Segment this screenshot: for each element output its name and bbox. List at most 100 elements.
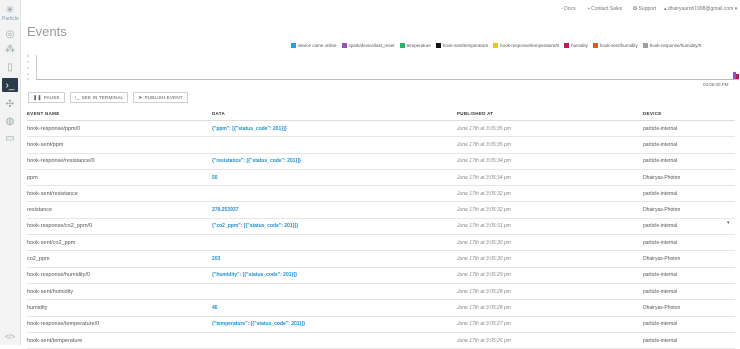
- legend-item[interactable]: humidity: [564, 43, 588, 51]
- published-at-cell: June 17th at 3:05:32 pm: [457, 201, 643, 219]
- published-at-cell: June 17th at 3:05:29 pm: [457, 267, 643, 284]
- table-row[interactable]: hook-sent/co2_ppm June 17th at 3:05:30 pm…: [27, 234, 735, 252]
- contact-sales-link[interactable]: ▪ Contact Sales: [588, 6, 622, 12]
- event-data-cell: [212, 136, 457, 154]
- page-title: Events: [27, 24, 67, 39]
- sidebar: ✳ Particle ◎ ⁂ ▯ ›_ ✣ ◍ ▭ </>: [0, 0, 21, 345]
- legend-label: humidity: [571, 43, 588, 48]
- event-data-cell: [212, 185, 457, 203]
- event-data-cell: {"humidity": [{"status_code": 201}]}: [212, 267, 457, 284]
- device-cell: particle-internal: [643, 234, 735, 252]
- event-name-cell: ppm: [27, 169, 212, 187]
- docs-icon: ▫: [561, 6, 563, 12]
- published-at-cell: June 17th at 3:05:32 pm: [457, 185, 643, 203]
- table-row[interactable]: hook-sent/ppm June 17th at 3:05:35 pm part…: [27, 136, 735, 154]
- published-at-cell: June 17th at 3:05:30 pm: [457, 250, 643, 268]
- code-icon[interactable]: </>: [3, 330, 17, 344]
- column-header-device: DEVICE: [643, 107, 735, 121]
- legend-label: device came online: [298, 43, 337, 48]
- send-icon: ➤: [138, 95, 143, 101]
- legend-swatch: [642, 43, 648, 49]
- event-name-cell: hook-sent/temperature: [27, 332, 212, 349]
- table-row[interactable]: hook-response/ppm/0 {"ppm": [{"status_cod…: [27, 120, 735, 138]
- y-tick: 4: [27, 66, 29, 70]
- event-name-cell: hook-response/ppm/0: [27, 120, 212, 138]
- column-header-event-name: EVENT NAME: [27, 107, 212, 121]
- fingerprint-icon[interactable]: ◍: [3, 114, 17, 128]
- published-at-cell: June 17th at 3:05:35 pm: [457, 136, 643, 154]
- table-row[interactable]: ppm 50 June 17th at 3:05:34 pm Dhairyas-Pho…: [27, 169, 735, 187]
- published-at-cell: June 17th at 3:05:28 pm: [457, 283, 643, 301]
- legend-swatch: [493, 43, 499, 49]
- table-row[interactable]: humidity 46 June 17th at 3:05:28 pm Dhairya…: [27, 299, 735, 317]
- legend-swatch: [592, 43, 598, 49]
- legend-item[interactable]: hook-sent/temperature: [435, 43, 489, 51]
- events-chart: 8 6 4 2 0 03:06:00 PM: [27, 54, 739, 87]
- legend-label: hook-sent/humidity: [599, 43, 638, 48]
- device-cell: particle-internal: [643, 185, 735, 203]
- support-link[interactable]: ✪ Support: [633, 6, 656, 12]
- event-name-cell: hook-sent/humidity: [27, 283, 212, 301]
- network-icon[interactable]: ✣: [3, 97, 17, 111]
- document-icon[interactable]: ▯: [3, 60, 17, 74]
- card-icon[interactable]: ▭: [3, 131, 17, 145]
- table-row[interactable]: hook-response/co2_ppm/0 {"co2_ppm": [{"st…: [27, 218, 735, 236]
- published-at-cell: June 17th at 3:05:34 pm: [457, 169, 643, 187]
- event-data-cell: {"co2_ppm": [{"status_code": 201}]}: [212, 218, 457, 236]
- device-cell: Dhairyas-Photon: [643, 299, 735, 317]
- event-data-cell: {"resistance": [{"status_code": 201}]}: [212, 153, 457, 170]
- table-row[interactable]: hook-sent/temperature June 17th at 3:05:2…: [27, 332, 735, 349]
- top-bar: ▫ Docs ▪ Contact Sales ✪ Support ▴ dhair…: [20, 0, 740, 18]
- legend-swatch: [291, 43, 296, 49]
- toolbar: ❚❚ PAUSE ›_ SEE IN TERMINAL ➤ PUBLISH EVENT: [28, 92, 188, 103]
- event-data-cell: 203: [212, 250, 457, 268]
- table-row[interactable]: co2_ppm 203 June 17th at 3:05:30 pm Dhairya…: [27, 250, 735, 268]
- device-cell: particle-internal: [643, 283, 735, 301]
- event-data-cell: [212, 332, 457, 349]
- y-axis: [36, 55, 37, 79]
- x-axis-label: 03:06:00 PM: [703, 82, 729, 87]
- published-at-cell: June 17th at 3:05:35 pm: [457, 120, 643, 138]
- event-name-cell: co2_ppm: [27, 250, 212, 268]
- publish-event-button[interactable]: ➤ PUBLISH EVENT: [133, 92, 188, 103]
- device-cell: Dhairyas-Photon: [643, 201, 735, 219]
- event-name-cell: hook-sent/co2_ppm: [27, 234, 212, 252]
- table-row[interactable]: hook-sent/resistance June 17th at 3:05:32…: [27, 185, 735, 203]
- row-expand-icon[interactable]: ▾: [727, 220, 730, 226]
- pause-icon: ❚❚: [33, 95, 42, 101]
- particle-logo[interactable]: ✳ Particle: [2, 6, 19, 23]
- device-cell: particle-internal: [643, 267, 735, 284]
- column-header-published-at: PUBLISHED AT: [457, 107, 643, 121]
- published-at-cell: June 17th at 3:05:26 pm: [457, 332, 643, 349]
- see-in-terminal-button[interactable]: ›_ SEE IN TERMINAL: [69, 92, 129, 103]
- target-icon[interactable]: ◎: [3, 27, 17, 41]
- legend-item[interactable]: hook-sent/humidity: [592, 43, 638, 51]
- legend-label: hook-sent/temperature: [442, 43, 489, 48]
- legend-item[interactable]: hook-response/humidity/0: [642, 43, 701, 51]
- pause-button[interactable]: ❚❚ PAUSE: [28, 92, 65, 103]
- column-header-data: DATA: [212, 107, 457, 121]
- legend-item[interactable]: hook-response/temperature/0: [493, 43, 559, 51]
- table-row[interactable]: hook-response/resistance/0 {"resistance":…: [27, 153, 735, 170]
- legend-item[interactable]: temperature: [399, 43, 431, 51]
- table-row[interactable]: resistance 278.253937 June 17th at 3:05:32…: [27, 201, 735, 219]
- user-menu[interactable]: ▴ dhairyaaroh1998@gmail.com ▾: [664, 6, 737, 12]
- terminal-icon[interactable]: ›_: [2, 78, 18, 92]
- legend-item[interactable]: device came online: [291, 43, 337, 51]
- docs-link[interactable]: ▫ Docs: [561, 6, 576, 12]
- y-tick: 0: [27, 77, 29, 81]
- device-cell: particle-internal: [643, 316, 735, 333]
- published-at-cell: June 17th at 3:05:31 pm: [457, 218, 643, 236]
- device-cell: Dhairyas-Photon: [643, 169, 735, 187]
- event-data-cell: 46: [212, 299, 457, 317]
- chevron-down-icon: ▾: [734, 6, 738, 12]
- table-row[interactable]: hook-response/humidity/0 {"humidity": [{"…: [27, 267, 735, 284]
- legend-item[interactable]: spark/device/last_reset: [341, 43, 395, 51]
- cubes-icon[interactable]: ⁂: [3, 42, 17, 56]
- table-row[interactable]: hook-response/temperature/0 {"temperature…: [27, 316, 735, 333]
- event-name-cell: hook-response/co2_ppm/0: [27, 218, 212, 236]
- event-name-cell: hook-response/temperature/0: [27, 316, 212, 333]
- table-row[interactable]: hook-sent/humidity June 17th at 3:05:28 p…: [27, 283, 735, 301]
- event-data-cell: [212, 234, 457, 252]
- event-name-cell: resistance: [27, 201, 212, 219]
